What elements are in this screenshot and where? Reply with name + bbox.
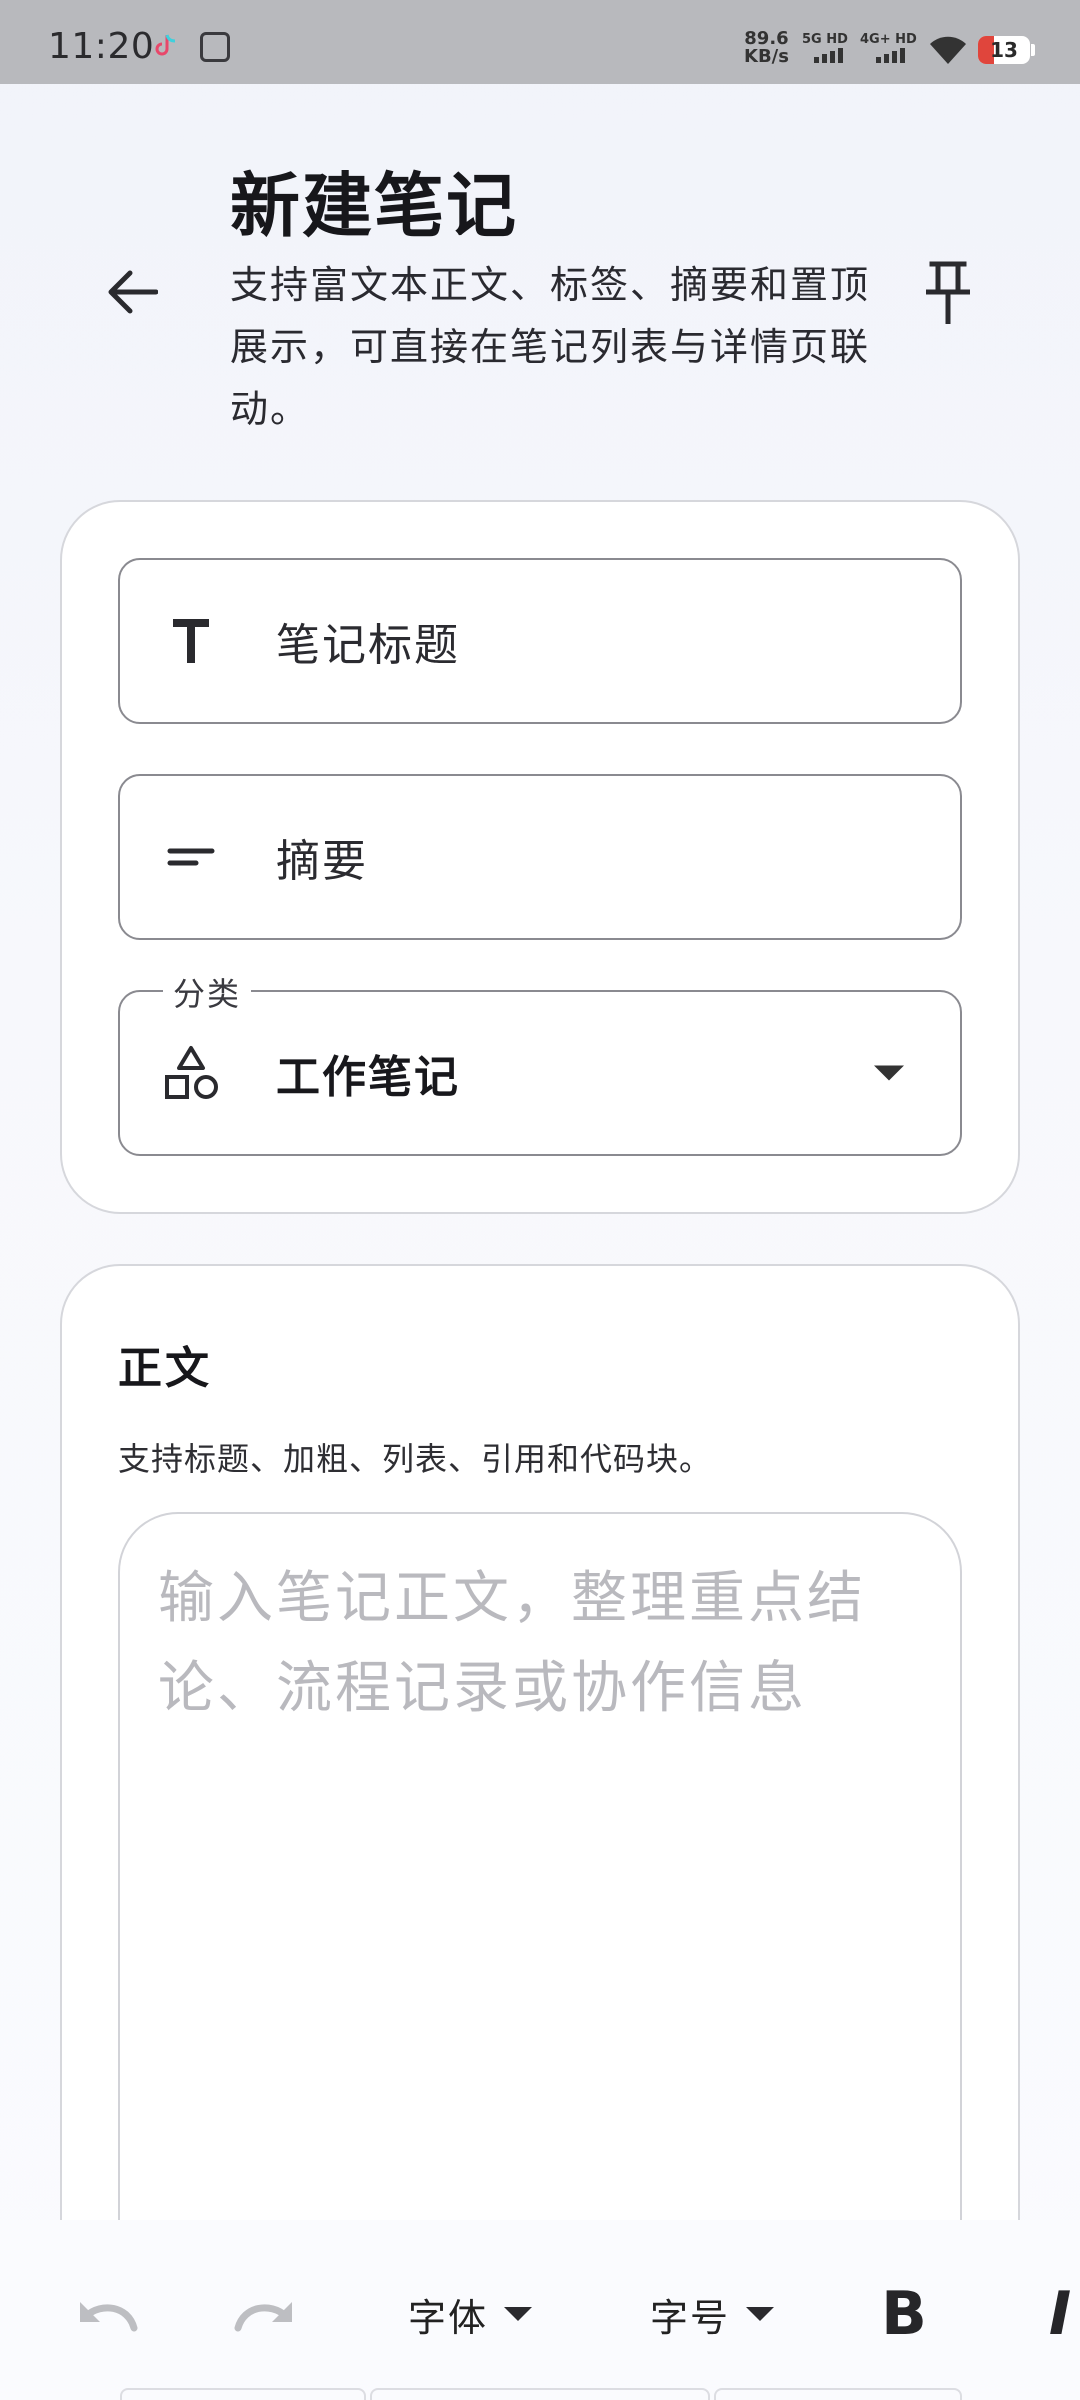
meta-card: 笔记标题 摘要 工作笔记 分类 xyxy=(60,500,1020,1214)
battery-level: 13 xyxy=(990,38,1018,62)
chevron-down-icon xyxy=(874,1065,904,1081)
wifi-icon xyxy=(930,36,966,64)
pin-button[interactable] xyxy=(916,254,980,330)
font-family-label: 字体 xyxy=(407,2295,488,2340)
back-button[interactable] xyxy=(96,262,168,322)
arrow-left-icon xyxy=(108,270,158,314)
note-title-placeholder: 笔记标题 xyxy=(276,620,460,671)
rich-text-toolbar: 字体 字号 B I xyxy=(0,2220,1080,2400)
sim2-signal-icon xyxy=(876,48,905,63)
font-family-dropdown[interactable]: 字体 xyxy=(400,2276,540,2352)
body-editor-placeholder: 输入笔记正文，整理重点结论、流程记录或协作信息 xyxy=(158,1566,866,1721)
page-subtitle: 支持富文本正文、标签、摘要和置顶展示，可直接在笔记列表与详情页联动。 xyxy=(230,263,871,431)
toolbar-row2-item xyxy=(370,2388,710,2400)
category-value: 工作笔记 xyxy=(276,1052,460,1103)
note-title-field[interactable]: 笔记标题 xyxy=(118,558,962,724)
sim2-label: 4G+ HD xyxy=(860,32,917,47)
battery-icon: 13 xyxy=(978,36,1030,64)
redo-button[interactable] xyxy=(226,2276,302,2352)
shapes-icon xyxy=(162,1044,220,1102)
undo-icon xyxy=(80,2302,138,2332)
tiktok-icon xyxy=(155,34,176,56)
sim1-signal-icon xyxy=(814,48,843,63)
body-section-title: 正文 xyxy=(118,1343,212,1394)
sim1-label: 5G HD xyxy=(802,32,848,47)
chevron-down-icon xyxy=(746,2307,774,2321)
toolbar-row2-item xyxy=(120,2388,366,2400)
summary-placeholder: 摘要 xyxy=(276,836,368,887)
body-section-hint: 支持标题、加粗、列表、引用和代码块。 xyxy=(118,1440,713,1478)
gallery-app-icon xyxy=(200,32,230,62)
short-text-icon xyxy=(162,828,220,886)
bold-button[interactable]: B xyxy=(876,2276,932,2352)
chevron-down-icon xyxy=(504,2307,532,2321)
network-speed: 89.6 KB/s xyxy=(744,28,789,67)
toolbar-row2-item xyxy=(714,2388,962,2400)
italic-button[interactable]: I xyxy=(1032,2276,1080,2352)
category-label: 分类 xyxy=(163,969,252,1015)
page-title: 新建笔记 xyxy=(230,165,518,247)
status-time: 11:20 xyxy=(48,26,155,67)
font-size-dropdown[interactable]: 字号 xyxy=(642,2276,782,2352)
text-t-icon xyxy=(162,612,220,670)
pin-icon xyxy=(926,261,970,324)
summary-field[interactable]: 摘要 xyxy=(118,774,962,940)
undo-button[interactable] xyxy=(70,2276,146,2352)
font-size-label: 字号 xyxy=(649,2295,730,2340)
status-bar: 11:20 89.6 KB/s 5G HD 4G+ HD 13 xyxy=(0,0,1080,84)
redo-icon xyxy=(234,2302,292,2332)
